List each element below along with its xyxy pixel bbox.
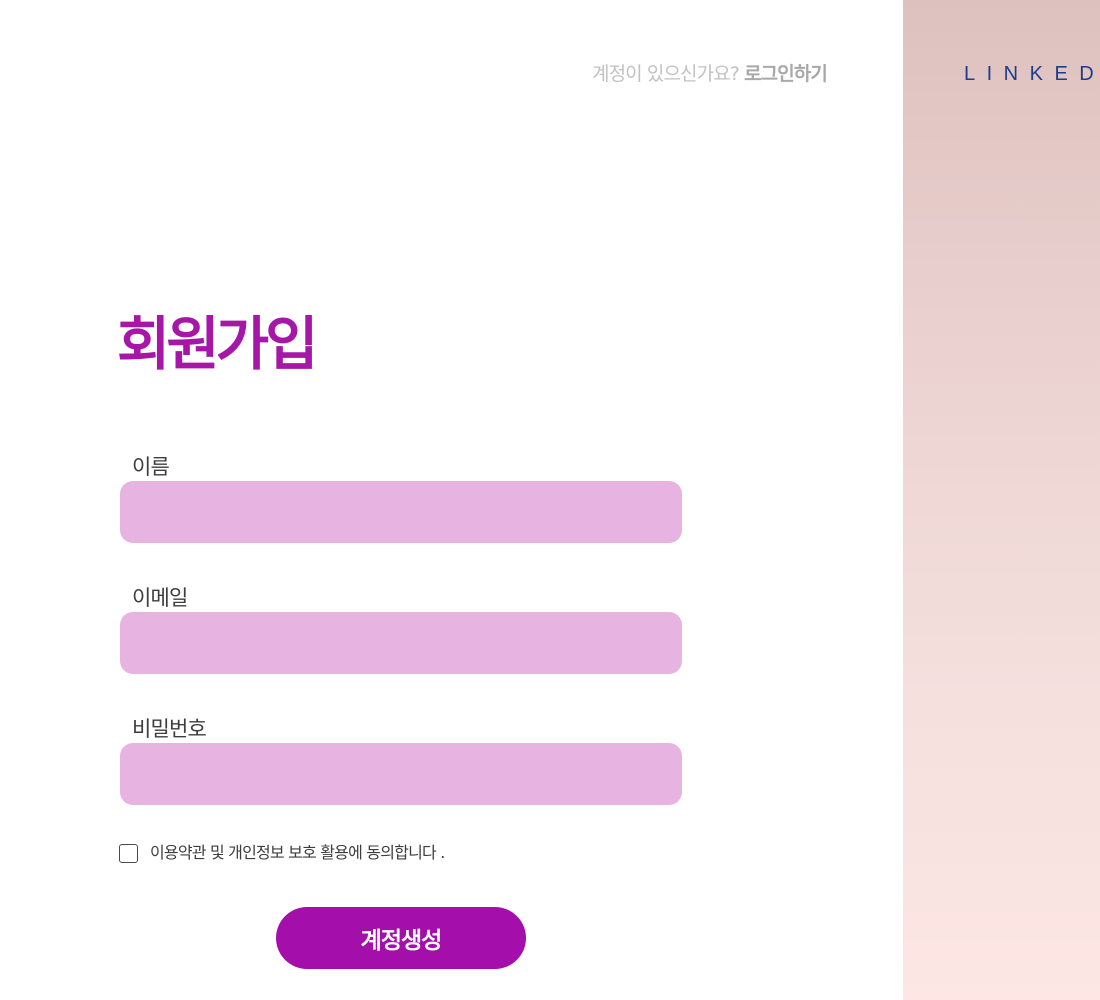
password-input[interactable] xyxy=(120,743,682,805)
consent-row: 이용약관 및 개인정보 보호 활용에 동의합니다 . xyxy=(119,840,445,866)
name-label: 이름 xyxy=(132,455,170,479)
login-prompt-text: 계정이 있으신가요? xyxy=(591,63,740,85)
login-prompt: 계정이 있으신가요? 로그인하기 xyxy=(520,60,828,88)
password-label: 비밀번호 xyxy=(132,717,207,741)
brand-logo: LINKED. xyxy=(964,63,1100,85)
email-label: 이메일 xyxy=(132,586,188,610)
name-input[interactable] xyxy=(120,481,682,543)
consent-checkbox[interactable] xyxy=(119,843,138,863)
create-account-button[interactable]: 계정생성 xyxy=(276,907,526,969)
consent-label: 이용약관 및 개인정보 보호 활용에 동의합니다 . xyxy=(150,843,445,862)
email-input[interactable] xyxy=(120,612,682,674)
page-title: 회원가입 xyxy=(117,310,318,378)
side-panel: LINKED. xyxy=(903,0,1100,1000)
login-link[interactable]: 로그인하기 xyxy=(744,63,828,85)
